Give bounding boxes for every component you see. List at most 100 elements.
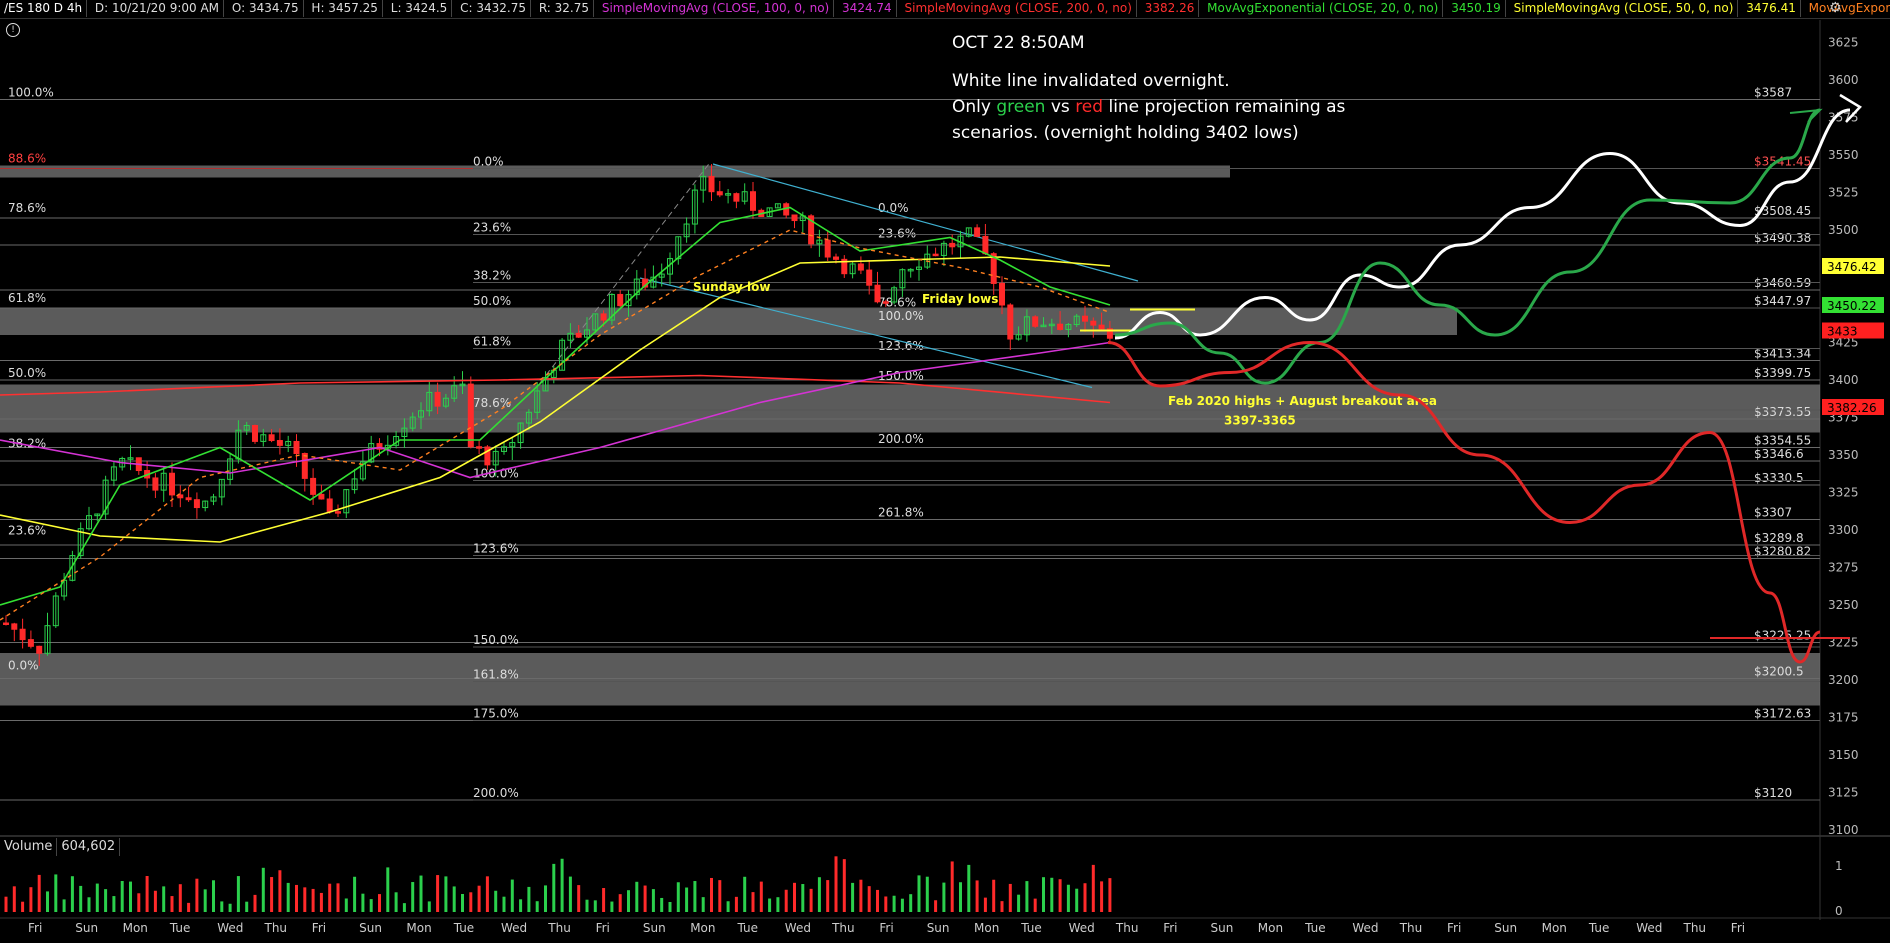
fib-mid-label: 200.0% — [473, 786, 519, 800]
volume-bar — [577, 885, 581, 912]
volume-bar — [344, 898, 348, 912]
volume-bar — [743, 876, 747, 912]
bar-date: D: 10/21/20 9:00 AM — [91, 0, 225, 17]
volume-bar — [378, 894, 381, 912]
volume-bar — [62, 899, 66, 912]
fib-mid-label: 150.0% — [473, 633, 519, 647]
volume-bar — [485, 876, 489, 912]
volume-bar — [79, 885, 83, 912]
volume-bar — [751, 892, 755, 912]
volume-bar — [469, 892, 473, 912]
volume-bar — [95, 883, 99, 912]
volume-bar — [676, 882, 680, 912]
fib-mid-label: 0.0% — [473, 155, 504, 169]
study-ema20-label[interactable]: MovAvgExponential (CLOSE, 20, 0, no) — [1203, 0, 1444, 17]
volume-bar — [253, 894, 257, 912]
volume-bar — [519, 899, 523, 912]
x-tick-label: Wed — [785, 921, 811, 935]
volume-bar — [137, 893, 141, 912]
volume-bar — [4, 896, 8, 912]
volume-bar — [527, 886, 531, 912]
annotation-time: OCT 22 8:50AM — [952, 33, 1085, 53]
projection-green — [1114, 108, 1821, 385]
candle-body — [733, 193, 740, 202]
volume-bar — [776, 897, 780, 912]
y-tick-label: 3150 — [1828, 748, 1859, 762]
candle-body — [276, 440, 283, 446]
fib-left-label: 78.6% — [8, 201, 46, 215]
price-level-label: $3346.6 — [1754, 447, 1804, 461]
x-tick-label: Fri — [596, 921, 610, 935]
volume-bar — [1050, 877, 1054, 912]
price-level-label: $3354.55 — [1754, 434, 1811, 448]
volume-bar — [834, 856, 838, 912]
fib-mid-label: 61.8% — [473, 335, 511, 349]
volume-bar — [560, 858, 564, 912]
volume-bar — [593, 900, 597, 912]
study-sma100-label[interactable]: SimpleMovingAvg (CLOSE, 100, 0, no) — [598, 0, 835, 17]
volume-bar — [934, 900, 938, 912]
volume-bar — [145, 875, 149, 912]
volume-bar — [892, 895, 896, 912]
volume-bar — [311, 888, 315, 912]
x-tick-label: Tue — [1020, 921, 1042, 935]
x-tick-label: Mon — [1258, 921, 1283, 935]
volume-axis-label: 1 — [1835, 859, 1843, 873]
volume-bar — [353, 876, 357, 912]
volume-bar — [618, 894, 622, 912]
annotation-line2: Only green vs red line projection remain… — [952, 97, 1346, 117]
y-tick-label: 3275 — [1828, 561, 1859, 575]
candle-body — [874, 284, 881, 303]
x-tick-label: Thu — [547, 921, 571, 935]
candle-body — [27, 639, 34, 647]
candle-body — [932, 253, 939, 257]
price-level-label: $3225.25 — [1754, 629, 1811, 643]
study-ema-label[interactable]: MovAvgExponential ... — [1805, 0, 1890, 17]
x-tick-label: Thu — [1115, 921, 1139, 935]
volume-bar — [112, 896, 116, 912]
price-level-label: $3289.8 — [1754, 531, 1804, 545]
volume-bar — [917, 875, 921, 912]
volume-bar — [21, 901, 25, 912]
symbol-label[interactable]: /ES 180 D 4h — [0, 0, 88, 17]
fib-left-label: 23.6% — [8, 524, 46, 538]
info-icon[interactable]: ! — [6, 23, 20, 37]
volume-bar — [1108, 878, 1112, 912]
volume-bar — [535, 901, 539, 912]
study-sma200-label[interactable]: SimpleMovingAvg (CLOSE, 200, 0, no) — [901, 0, 1137, 17]
volume-axis-label: 0 — [1835, 904, 1843, 918]
volume-bar — [668, 901, 672, 912]
volume-bar — [718, 880, 722, 912]
volume-bar — [70, 876, 74, 912]
volume-bar — [436, 875, 440, 912]
y-tick-label: 3525 — [1828, 186, 1859, 200]
price-level-label: $3399.75 — [1754, 366, 1811, 380]
volume-bar — [295, 884, 298, 912]
volume-bar — [859, 879, 863, 912]
volume-bar — [1100, 881, 1104, 912]
y-tick-label: 3200 — [1828, 673, 1859, 687]
x-tick-label: Sun — [927, 921, 950, 935]
study-sma200-value: 3382.26 — [1141, 0, 1200, 17]
volume-bar — [867, 886, 871, 912]
volume-bar — [411, 882, 415, 912]
candle-body — [467, 383, 474, 448]
volume-bar — [1033, 898, 1037, 912]
y-tick-label: 3625 — [1828, 36, 1859, 50]
study-sma50-label[interactable]: SimpleMovingAvg (CLOSE, 50, 0, no) — [1510, 0, 1739, 17]
fib-right-label: 23.6% — [878, 227, 916, 241]
volume-bar — [228, 903, 232, 912]
candle-body — [335, 511, 341, 514]
x-tick-label: Tue — [169, 921, 191, 935]
volume-bar — [37, 874, 41, 912]
x-tick-label: Tue — [1588, 921, 1610, 935]
fib-left-label: 0.0% — [8, 659, 39, 673]
candle-body — [575, 332, 582, 338]
candle-body — [301, 452, 308, 479]
x-tick-label: Wed — [1352, 921, 1378, 935]
candle-body — [19, 628, 26, 641]
price-level-label: $3330.5 — [1754, 471, 1804, 485]
fib-mid-label: 38.2% — [473, 269, 511, 283]
y-tick-label: 3175 — [1828, 711, 1859, 725]
gear-icon[interactable]: ⚙ — [1829, 0, 1842, 16]
